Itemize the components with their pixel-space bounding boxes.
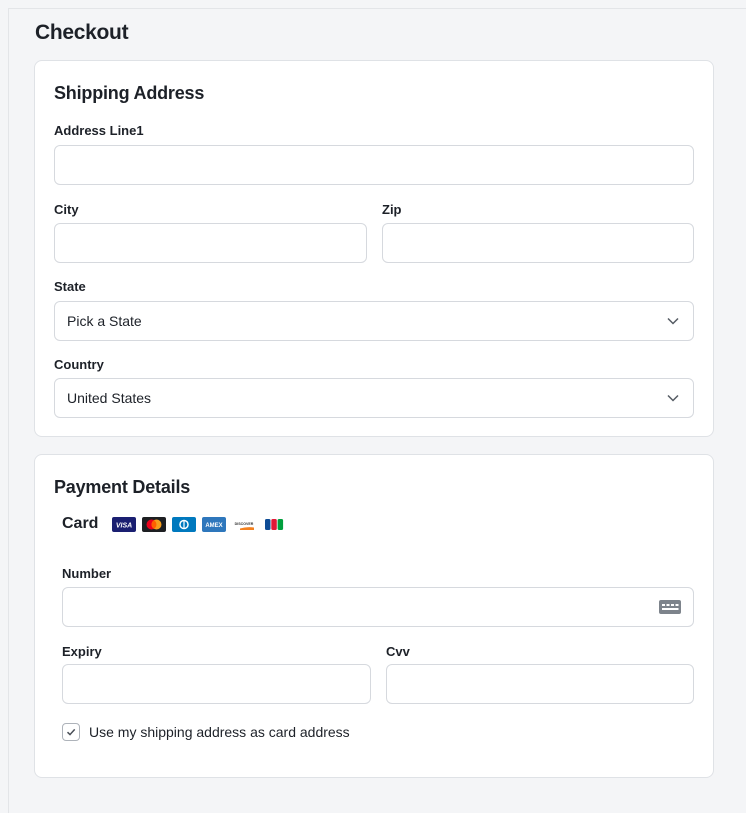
address-line1-label: Address Line1 xyxy=(54,123,144,138)
card-label: Card xyxy=(62,515,99,532)
same-address-checkbox-label[interactable]: Use my shipping address as card address xyxy=(89,724,350,740)
address-line1-field[interactable] xyxy=(54,145,694,185)
checkmark-icon xyxy=(66,728,76,736)
visa-icon: VISA xyxy=(112,516,137,532)
zip-field[interactable] xyxy=(382,223,694,263)
svg-text:DISCOVER: DISCOVER xyxy=(235,522,254,526)
page-title: Checkout xyxy=(35,21,129,44)
svg-text:VISA: VISA xyxy=(116,522,132,529)
payment-section-title: Payment Details xyxy=(54,477,191,497)
payment-details-card: Payment Details Card VISA AMEX DISCOVER … xyxy=(34,454,714,778)
state-select-value: Pick a State xyxy=(67,313,142,329)
city-label: City xyxy=(54,202,79,217)
state-select[interactable]: Pick a State xyxy=(54,301,694,341)
expiry-input[interactable] xyxy=(63,665,370,703)
amex-icon: AMEX xyxy=(202,516,227,532)
chevron-down-icon xyxy=(667,317,679,325)
shipping-address-card: Shipping Address Address Line1 City Zip … xyxy=(34,60,714,437)
discover-icon: DISCOVER xyxy=(232,516,257,532)
chevron-down-icon xyxy=(667,394,679,402)
card-number-label: Number xyxy=(62,566,112,581)
address-line1-input[interactable] xyxy=(55,146,693,184)
zip-label: Zip xyxy=(382,202,402,217)
shipping-section-title: Shipping Address xyxy=(54,83,205,103)
country-select-value: United States xyxy=(67,390,152,406)
cvv-input[interactable] xyxy=(387,665,693,703)
state-label: State xyxy=(54,279,86,294)
city-field[interactable] xyxy=(54,223,367,263)
card-number-field[interactable] xyxy=(62,587,694,627)
cvv-field[interactable] xyxy=(386,664,694,704)
diners-club-icon xyxy=(172,516,197,532)
accepted-cards-row: Card VISA AMEX DISCOVER xyxy=(62,515,287,533)
mastercard-icon xyxy=(142,516,167,532)
card-number-input[interactable] xyxy=(63,588,693,626)
city-input[interactable] xyxy=(55,224,366,262)
cvv-label: Cvv xyxy=(386,644,410,659)
credit-card-icon xyxy=(659,600,681,614)
checkout-page: Checkout Shipping Address Address Line1 … xyxy=(8,8,746,813)
jcb-icon xyxy=(262,516,287,532)
same-address-checkbox[interactable] xyxy=(62,723,80,741)
country-label: Country xyxy=(54,357,104,372)
expiry-field[interactable] xyxy=(62,664,371,704)
expiry-label: Expiry xyxy=(62,644,102,659)
zip-input[interactable] xyxy=(383,224,693,262)
country-select[interactable]: United States xyxy=(54,378,694,418)
svg-text:AMEX: AMEX xyxy=(206,523,223,529)
